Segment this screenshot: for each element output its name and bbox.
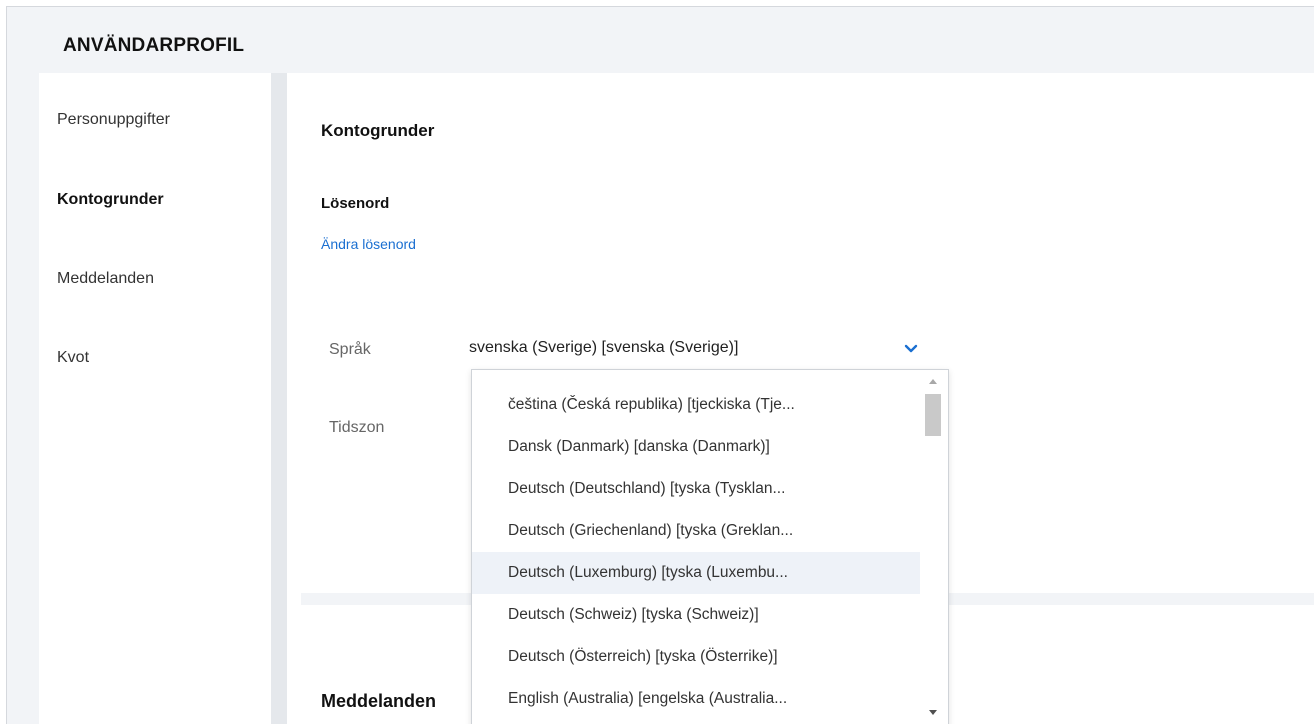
sidebar-divider [271,73,287,724]
chevron-down-icon[interactable] [903,343,919,355]
language-option-hovered[interactable]: Deutsch (Luxemburg) [tyska (Luxembu... [472,552,921,594]
language-option[interactable]: English (Australia) [engelska (Australia… [472,678,921,720]
sidebar-item-kontogrunder[interactable]: Kontogrunder [57,191,164,209]
password-heading: Lösenord [321,195,390,212]
language-label: Språk [329,341,371,358]
main-panel: Kontogrunder Lösenord Ändra lösenord Spr… [287,73,1314,724]
language-dropdown-list: čeština (Česká republika) [tjeckiska (Tj… [471,369,949,724]
section-title: Kontogrunder [321,121,435,140]
scroll-down-arrow-icon[interactable] [926,708,940,718]
language-select[interactable]: svenska (Sverige) [svenska (Sverige)] [469,339,738,357]
user-profile-window: ANVÄNDARPROFIL Personuppgifter Kontogrun… [6,6,1314,724]
change-password-link[interactable]: Ändra lösenord [321,236,416,252]
dropdown-scrollbar[interactable] [920,370,948,724]
language-option[interactable]: Deutsch (Schweiz) [tyska (Schweiz)] [472,594,921,636]
language-option[interactable]: Deutsch (Österreich) [tyska (Österrike)] [472,636,921,678]
language-option[interactable]: Dansk (Danmark) [danska (Danmark)] [472,426,921,468]
scrollbar-thumb[interactable] [925,394,941,436]
language-option[interactable]: Deutsch (Griechenland) [tyska (Greklan..… [472,510,921,552]
language-option[interactable]: čeština (Česká republika) [tjeckiska (Tj… [472,384,921,426]
sidebar-item-kvot[interactable]: Kvot [57,349,89,367]
notifications-section-title: Meddelanden [321,691,437,711]
scroll-up-arrow-icon[interactable] [926,376,940,386]
page-title: ANVÄNDARPROFIL [63,35,245,56]
sidebar-item-personuppgifter[interactable]: Personuppgifter [57,111,170,129]
timezone-label: Tidszon [329,419,385,436]
language-option[interactable]: Deutsch (Deutschland) [tyska (Tysklan... [472,468,921,510]
sidebar-item-meddelanden[interactable]: Meddelanden [57,270,154,288]
sidebar: Personuppgifter Kontogrunder Meddelanden… [39,73,271,724]
